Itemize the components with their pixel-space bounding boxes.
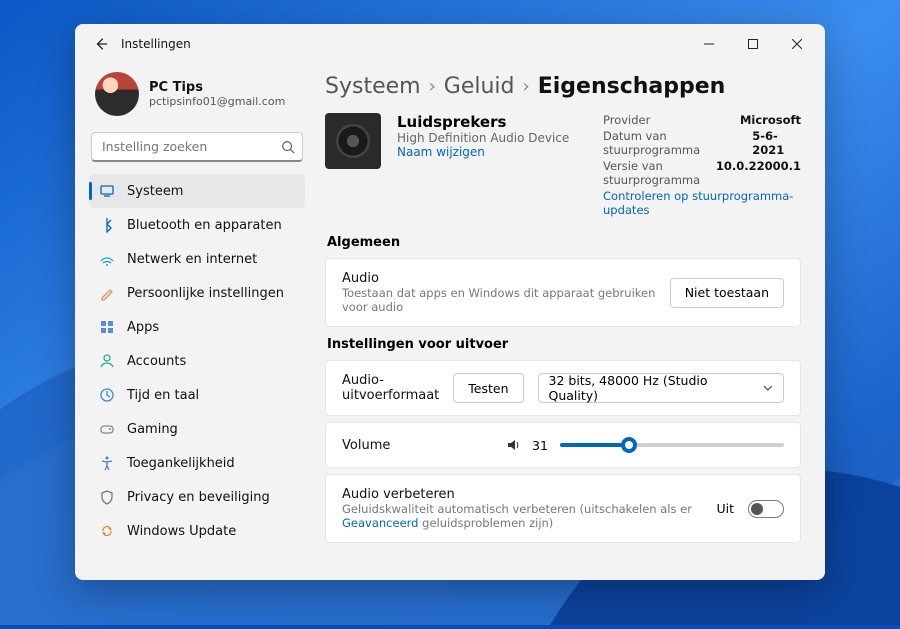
section-output: Instellingen voor uitvoer bbox=[327, 337, 801, 352]
advanced-link[interactable]: Geavanceerd bbox=[342, 516, 418, 530]
apps-icon bbox=[99, 319, 115, 335]
sidebar-item-label: Apps bbox=[127, 320, 159, 335]
network-icon bbox=[99, 251, 115, 267]
enhance-sub: Geluidskwaliteit automatisch verbeteren … bbox=[342, 502, 702, 530]
settings-window: Instellingen PC Tips pctipsinfo01@gmail.… bbox=[75, 24, 825, 580]
sidebar-item-system[interactable]: Systeem bbox=[89, 174, 305, 208]
breadcrumb-geluid[interactable]: Geluid bbox=[444, 74, 515, 99]
sidebar-item-label: Bluetooth en apparaten bbox=[127, 218, 282, 233]
search-input[interactable] bbox=[91, 132, 303, 162]
driver-update-link[interactable]: Controleren op stuurprogramma-updates bbox=[603, 189, 801, 217]
time-icon bbox=[99, 387, 115, 403]
volume-card: Volume 31 bbox=[325, 422, 801, 468]
accounts-icon bbox=[99, 353, 115, 369]
sidebar-item-label: Persoonlijke instellingen bbox=[127, 286, 284, 301]
profile-name: PC Tips bbox=[149, 80, 285, 95]
sidebar-item-label: Toegankelijkheid bbox=[127, 456, 235, 471]
sidebar-item-network[interactable]: Netwerk en internet bbox=[89, 242, 305, 276]
enhance-state: Uit bbox=[716, 501, 734, 516]
update-icon bbox=[99, 523, 115, 539]
breadcrumb-systeem[interactable]: Systeem bbox=[325, 74, 421, 99]
format-card: Audio-uitvoerformaat Testen 32 bits, 480… bbox=[325, 360, 801, 416]
accessibility-icon bbox=[99, 455, 115, 471]
enhance-card: Audio verbeteren Geluidskwaliteit automa… bbox=[325, 474, 801, 543]
section-general: Algemeen bbox=[327, 235, 801, 250]
sidebar-item-label: Netwerk en internet bbox=[127, 252, 257, 267]
format-label: Audio-uitvoerformaat bbox=[342, 373, 439, 403]
sidebar-item-label: Accounts bbox=[127, 354, 186, 369]
speaker-icon bbox=[325, 113, 381, 169]
personalize-icon bbox=[99, 285, 115, 301]
sidebar-item-label: Tijd en taal bbox=[127, 388, 199, 403]
enhance-title: Audio verbeteren bbox=[342, 487, 702, 502]
sidebar-item-apps[interactable]: Apps bbox=[89, 310, 305, 344]
enhance-toggle[interactable] bbox=[748, 500, 784, 518]
close-icon bbox=[792, 39, 802, 49]
device-meta: ProviderMicrosoft Datum van stuurprogram… bbox=[603, 113, 801, 217]
volume-slider[interactable] bbox=[560, 435, 784, 455]
chevron-right-icon: › bbox=[429, 76, 436, 97]
audio-sub: Toestaan dat apps en Windows dit apparaa… bbox=[342, 286, 656, 314]
volume-icon[interactable] bbox=[506, 437, 522, 453]
sidebar-item-label: Systeem bbox=[127, 184, 183, 199]
close-button[interactable] bbox=[775, 29, 819, 59]
device-header: Luidsprekers High Definition Audio Devic… bbox=[325, 113, 801, 217]
minimize-button[interactable] bbox=[687, 29, 731, 59]
sidebar-item-time[interactable]: Tijd en taal bbox=[89, 378, 305, 412]
device-desc: High Definition Audio Device bbox=[397, 131, 587, 145]
format-dropdown[interactable]: 32 bits, 48000 Hz (Studio Quality) bbox=[538, 373, 784, 403]
minimize-icon bbox=[704, 39, 714, 49]
audio-permission-card: Audio Toestaan dat apps en Windows dit a… bbox=[325, 258, 801, 327]
sidebar-item-privacy[interactable]: Privacy en beveiliging bbox=[89, 480, 305, 514]
breadcrumb: Systeem › Geluid › Eigenschappen bbox=[325, 74, 801, 99]
device-name: Luidsprekers bbox=[397, 113, 587, 131]
disallow-button[interactable]: Niet toestaan bbox=[670, 278, 784, 308]
main-content: Systeem › Geluid › Eigenschappen Luidspr… bbox=[315, 64, 825, 580]
maximize-icon bbox=[748, 39, 758, 49]
arrow-left-icon bbox=[94, 37, 108, 51]
maximize-button[interactable] bbox=[731, 29, 775, 59]
search-box bbox=[91, 132, 303, 162]
system-icon bbox=[99, 183, 115, 199]
sidebar-item-personalize[interactable]: Persoonlijke instellingen bbox=[89, 276, 305, 310]
sidebar-item-label: Gaming bbox=[127, 422, 178, 437]
profile-email: pctipsinfo01@gmail.com bbox=[149, 95, 285, 108]
titlebar: Instellingen bbox=[75, 24, 825, 64]
test-button[interactable]: Testen bbox=[453, 373, 523, 403]
sidebar-item-label: Privacy en beveiliging bbox=[127, 490, 270, 505]
sidebar-item-accounts[interactable]: Accounts bbox=[89, 344, 305, 378]
back-button[interactable] bbox=[89, 32, 113, 56]
volume-value: 31 bbox=[532, 438, 550, 453]
audio-title: Audio bbox=[342, 271, 656, 286]
sidebar-item-gaming[interactable]: Gaming bbox=[89, 412, 305, 446]
profile[interactable]: PC Tips pctipsinfo01@gmail.com bbox=[89, 64, 305, 130]
sidebar-item-accessibility[interactable]: Toegankelijkheid bbox=[89, 446, 305, 480]
window-title: Instellingen bbox=[121, 37, 687, 51]
rename-link[interactable]: Naam wijzigen bbox=[397, 145, 587, 159]
bluetooth-icon bbox=[99, 217, 115, 233]
sidebar-item-bluetooth[interactable]: Bluetooth en apparaten bbox=[89, 208, 305, 242]
privacy-icon bbox=[99, 489, 115, 505]
volume-label: Volume bbox=[342, 438, 492, 453]
sidebar-item-update[interactable]: Windows Update bbox=[89, 514, 305, 548]
gaming-icon bbox=[99, 421, 115, 437]
chevron-right-icon: › bbox=[523, 76, 530, 97]
sidebar-item-label: Windows Update bbox=[127, 524, 236, 539]
chevron-down-icon bbox=[763, 383, 773, 393]
breadcrumb-current: Eigenschappen bbox=[538, 74, 726, 99]
nav-list: Systeem Bluetooth en apparaten Netwerk en … bbox=[89, 174, 305, 548]
format-value: 32 bits, 48000 Hz (Studio Quality) bbox=[549, 373, 756, 403]
sidebar: PC Tips pctipsinfo01@gmail.com Systeem Bl… bbox=[75, 64, 315, 580]
avatar bbox=[95, 72, 139, 116]
